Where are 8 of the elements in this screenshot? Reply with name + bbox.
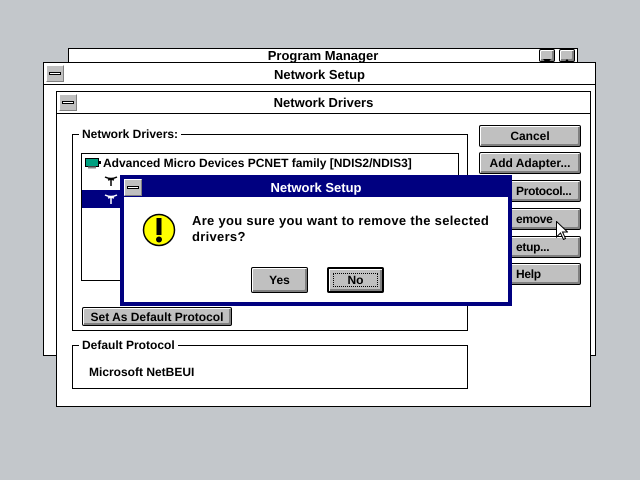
dialog-title: Network Setup (270, 179, 362, 198)
window-title: Network Drivers (274, 94, 374, 112)
group-label: Default Protocol (79, 338, 178, 352)
group-label: Network Drivers: (79, 127, 182, 141)
protocol-name: Microsoft NetBEUI (89, 364, 194, 381)
window-title: Program Manager (268, 49, 378, 62)
list-item-text: Advanced Micro Devices PCNET family [NDIS2/NDIS3] (103, 155, 412, 172)
window-title: Network Setup (274, 66, 365, 84)
